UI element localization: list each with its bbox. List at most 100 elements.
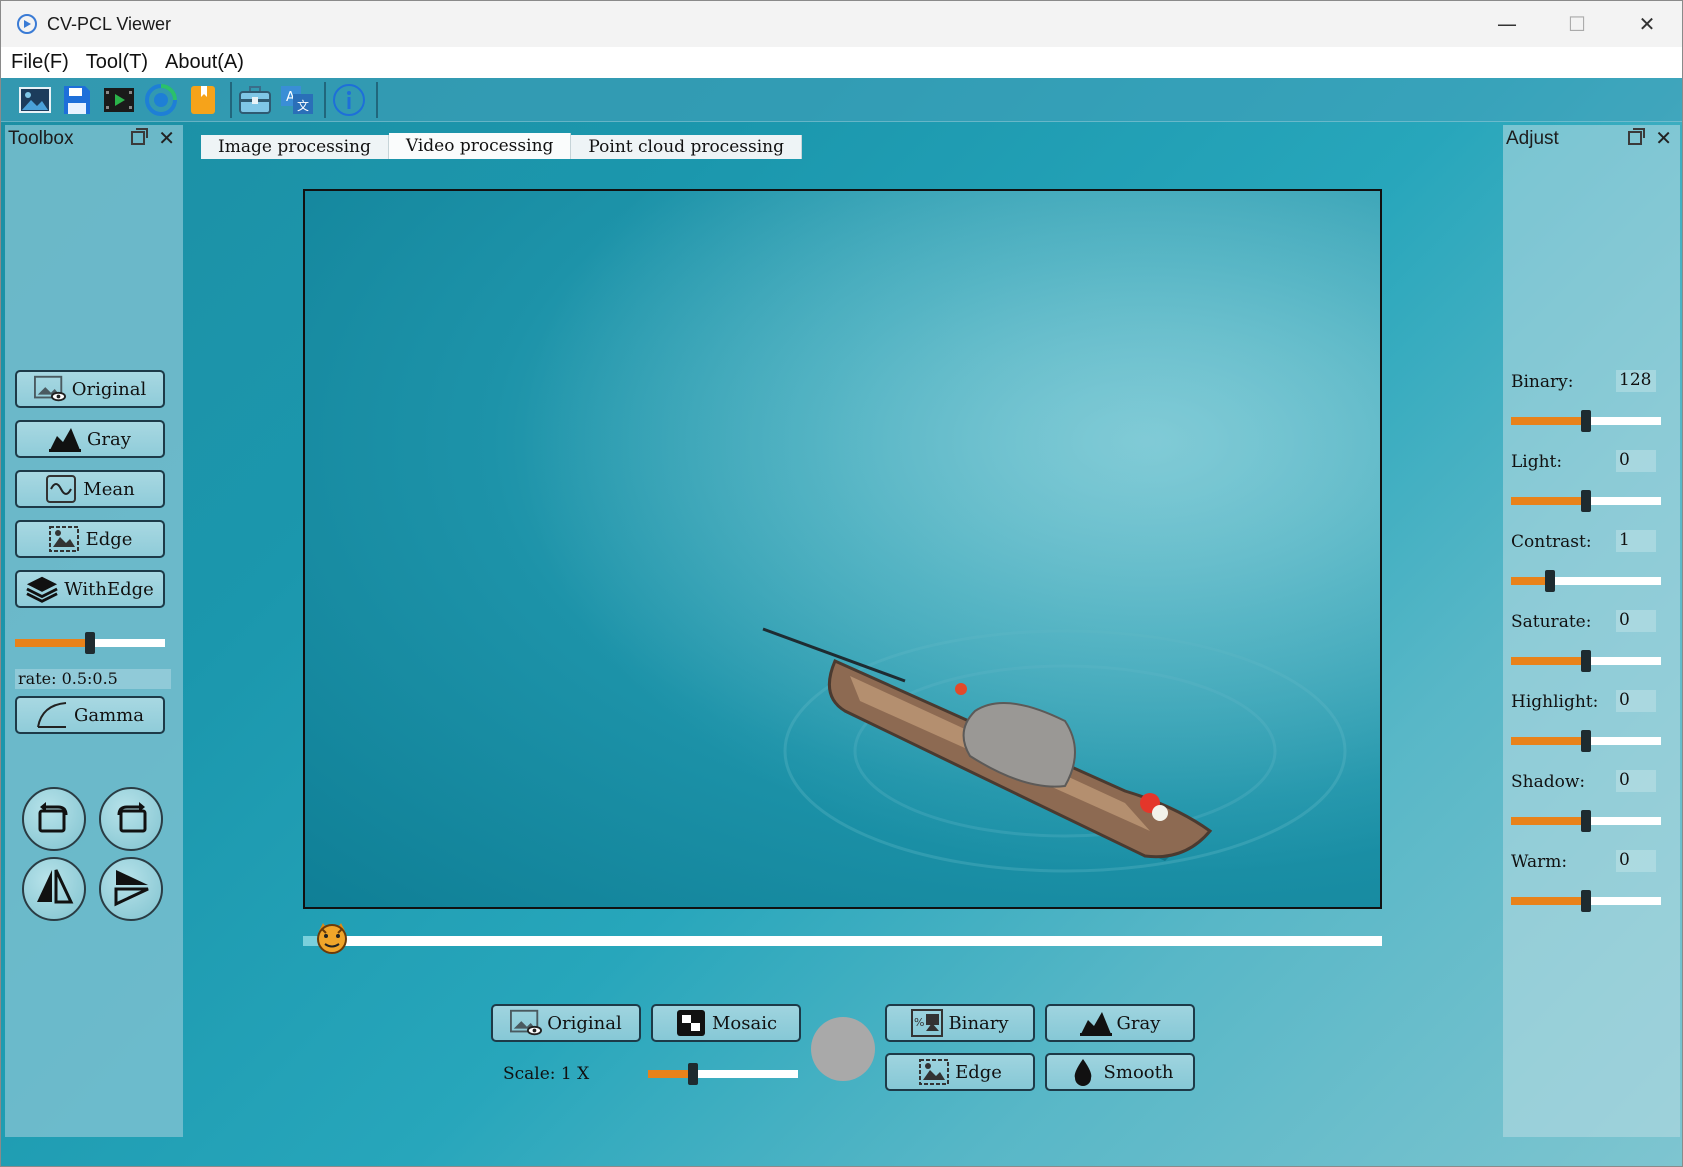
video-gray-label: Gray <box>1116 1012 1161 1034</box>
slider-thumb[interactable] <box>1581 490 1591 512</box>
minimize-button[interactable]: — <box>1472 1 1542 47</box>
slider-fill <box>1511 737 1586 745</box>
close-panel-icon[interactable]: ✕ <box>1655 126 1672 150</box>
record-button[interactable] <box>811 1017 875 1081</box>
edge-button[interactable]: Edge <box>15 520 165 558</box>
mean-label: Mean <box>83 478 135 500</box>
menu-file[interactable]: File(F) <box>11 51 69 74</box>
slider-fill <box>1511 417 1586 425</box>
tab-video-processing[interactable]: Video processing <box>388 133 572 159</box>
slider-thumb[interactable] <box>1581 890 1591 912</box>
video-smooth-label: Smooth <box>1103 1061 1174 1083</box>
mosaic-icon <box>675 1009 707 1037</box>
highlight-adjust-slider[interactable] <box>1511 729 1661 752</box>
video-display[interactable] <box>303 189 1382 909</box>
slider-fill <box>1511 817 1586 825</box>
open-image-icon[interactable] <box>18 83 52 117</box>
light-adjust-slider[interactable] <box>1511 489 1661 512</box>
image-eye-icon <box>510 1009 543 1037</box>
toolbar: A文 <box>1 78 1682 122</box>
flip-horizontal-button[interactable] <box>22 857 86 921</box>
video-binary-button[interactable]: % Binary <box>885 1004 1035 1042</box>
video-original-button[interactable]: Original <box>491 1004 641 1042</box>
close-panel-icon[interactable]: ✕ <box>158 126 175 150</box>
original-button[interactable]: Original <box>15 370 165 408</box>
edge-image-icon <box>48 525 80 553</box>
video-mosaic-label: Mosaic <box>711 1012 778 1034</box>
tab-point-cloud-processing[interactable]: Point cloud processing <box>571 135 802 159</box>
mean-button[interactable]: Mean <box>15 470 165 508</box>
rotate-right-button[interactable] <box>99 787 163 851</box>
bookmark-icon[interactable] <box>186 83 220 117</box>
gamma-label: Gamma <box>74 704 144 726</box>
toolbar-separator <box>230 81 232 118</box>
gray-button[interactable]: Gray <box>15 420 165 458</box>
highlight-adjust-value: 0 <box>1616 690 1656 712</box>
binary-adjust-slider[interactable] <box>1511 409 1661 432</box>
warm-adjust-value: 0 <box>1616 850 1656 872</box>
binary-adjust-value: 128 <box>1616 370 1656 392</box>
rate-slider-thumb[interactable] <box>85 632 95 654</box>
video-binary-label: Binary <box>948 1012 1009 1034</box>
image-eye-icon <box>33 375 66 403</box>
video-edge-button[interactable]: Edge <box>885 1053 1035 1091</box>
video-smooth-button[interactable]: Smooth <box>1045 1053 1195 1091</box>
flip-vertical-button[interactable] <box>99 857 163 921</box>
tiger-progress-knob-icon[interactable] <box>314 921 350 955</box>
video-icon[interactable] <box>102 83 136 117</box>
rotate-left-button[interactable] <box>22 787 86 851</box>
contrast-adjust-slider[interactable] <box>1511 569 1661 592</box>
saturate-adjust-slider[interactable] <box>1511 649 1661 672</box>
close-button[interactable]: ✕ <box>1612 1 1682 47</box>
toolbar-separator <box>324 81 326 118</box>
app-logo-icon <box>17 14 37 34</box>
menu-tool[interactable]: Tool(T) <box>86 51 148 74</box>
scale-slider-thumb[interactable] <box>688 1063 698 1085</box>
shadow-adjust-label: Shadow: <box>1511 772 1586 792</box>
shadow-adjust-slider[interactable] <box>1511 809 1661 832</box>
scale-slider[interactable] <box>648 1062 798 1085</box>
slider-thumb[interactable] <box>1545 570 1555 592</box>
gray-label: Gray <box>87 428 131 450</box>
video-gray-button[interactable]: Gray <box>1045 1004 1195 1042</box>
svg-text:%: % <box>914 1016 924 1029</box>
refresh-icon[interactable] <box>144 83 178 117</box>
layers-icon <box>26 575 58 603</box>
title-bar: CV-PCL Viewer — ☐ ✕ <box>1 1 1682 47</box>
slider-thumb[interactable] <box>1581 650 1591 672</box>
save-icon[interactable] <box>60 83 94 117</box>
float-panel-icon[interactable] <box>1628 128 1645 145</box>
app-window: CV-PCL Viewer — ☐ ✕ File(F) Tool(T) Abou… <box>0 0 1683 1167</box>
translate-icon[interactable]: A文 <box>280 83 314 117</box>
adjust-panel: Adjust ✕ Binary: 128 Light: 0 Contrast: … <box>1503 125 1680 1137</box>
slider-thumb[interactable] <box>1581 410 1591 432</box>
menu-bar: File(F) Tool(T) About(A) <box>1 47 1682 78</box>
video-mosaic-button[interactable]: Mosaic <box>651 1004 801 1042</box>
slider-thumb[interactable] <box>1581 810 1591 832</box>
float-panel-icon[interactable] <box>131 128 148 145</box>
light-adjust-label: Light: <box>1511 452 1563 472</box>
binary-adjust-label: Binary: <box>1511 372 1574 392</box>
warm-adjust-slider[interactable] <box>1511 889 1661 912</box>
toolbox-header: Toolbox ✕ <box>5 125 183 153</box>
slider-thumb[interactable] <box>1581 730 1591 752</box>
toolbox-icon[interactable] <box>238 83 272 117</box>
svg-text:文: 文 <box>297 98 309 113</box>
video-original-label: Original <box>547 1012 622 1034</box>
window-controls: — ☐ ✕ <box>1472 1 1682 47</box>
tab-image-processing[interactable]: Image processing <box>201 135 389 159</box>
rate-slider-fill <box>15 639 90 647</box>
rate-slider[interactable] <box>15 631 165 654</box>
withedge-button[interactable]: WithEdge <box>15 570 165 608</box>
rotate-left-icon <box>34 797 74 841</box>
gamma-button[interactable]: Gamma <box>15 696 165 734</box>
flip-horizontal-icon <box>33 866 75 912</box>
wave-icon <box>45 475 77 503</box>
maximize-button[interactable]: ☐ <box>1542 1 1612 47</box>
menu-about[interactable]: About(A) <box>165 51 244 74</box>
info-icon[interactable] <box>332 83 366 117</box>
video-progress-bar[interactable] <box>303 936 1382 946</box>
shadow-adjust-value: 0 <box>1616 770 1656 792</box>
saturate-adjust-value: 0 <box>1616 610 1656 632</box>
rotate-right-icon <box>111 797 151 841</box>
